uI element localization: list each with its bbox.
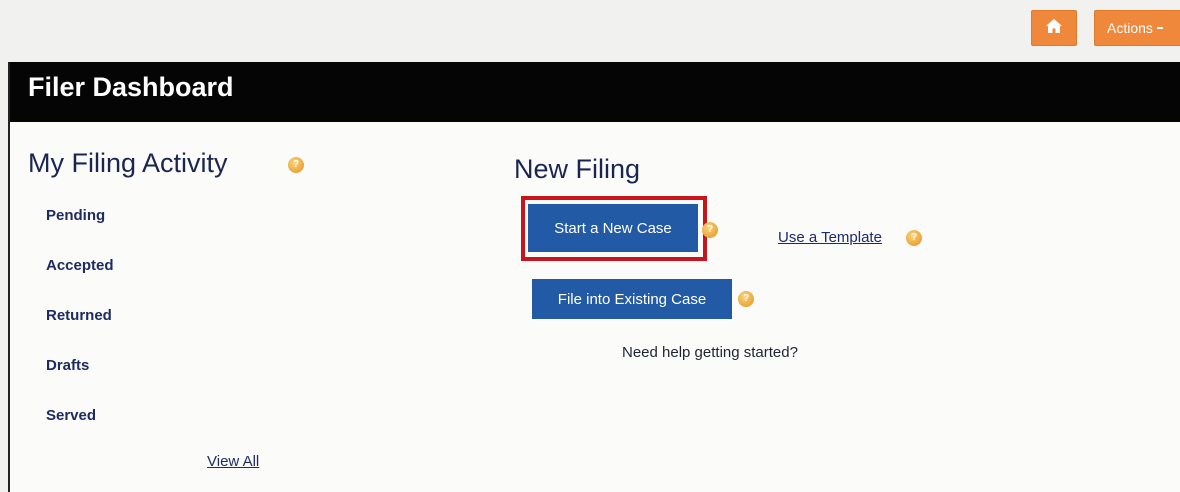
template-help-icon[interactable]: ?	[906, 230, 922, 246]
activity-link-accepted[interactable]: Accepted	[46, 257, 114, 274]
activity-help-icon[interactable]: ?	[288, 157, 304, 173]
existing-case-help-icon[interactable]: ?	[738, 291, 754, 307]
home-button[interactable]	[1031, 10, 1077, 46]
home-icon	[1045, 18, 1063, 39]
page-title: Filer Dashboard	[28, 72, 234, 102]
need-help-link[interactable]: Need help getting started?	[622, 344, 798, 361]
new-filing-title: New Filing	[514, 154, 641, 184]
start-case-help-icon[interactable]: ?	[702, 222, 718, 238]
panel-header: Filer Dashboard	[10, 62, 1180, 122]
start-new-case-button[interactable]: Start a New Case	[528, 204, 698, 252]
actions-button[interactable]: Actions	[1094, 10, 1180, 46]
view-all-link[interactable]: View All	[207, 453, 259, 470]
activity-link-served[interactable]: Served	[46, 407, 96, 424]
file-into-existing-case-button[interactable]: File into Existing Case	[532, 279, 732, 319]
actions-label: Actions	[1107, 20, 1153, 36]
dashboard-panel: Filer Dashboard My Filing Activity ? Pen…	[8, 62, 1180, 492]
activity-link-pending[interactable]: Pending	[46, 207, 105, 224]
activity-link-returned[interactable]: Returned	[46, 307, 112, 324]
activity-link-drafts[interactable]: Drafts	[46, 357, 89, 374]
activity-title: My Filing Activity	[28, 148, 228, 178]
chevron-down-icon	[1156, 27, 1163, 29]
use-template-link[interactable]: Use a Template	[778, 229, 882, 246]
